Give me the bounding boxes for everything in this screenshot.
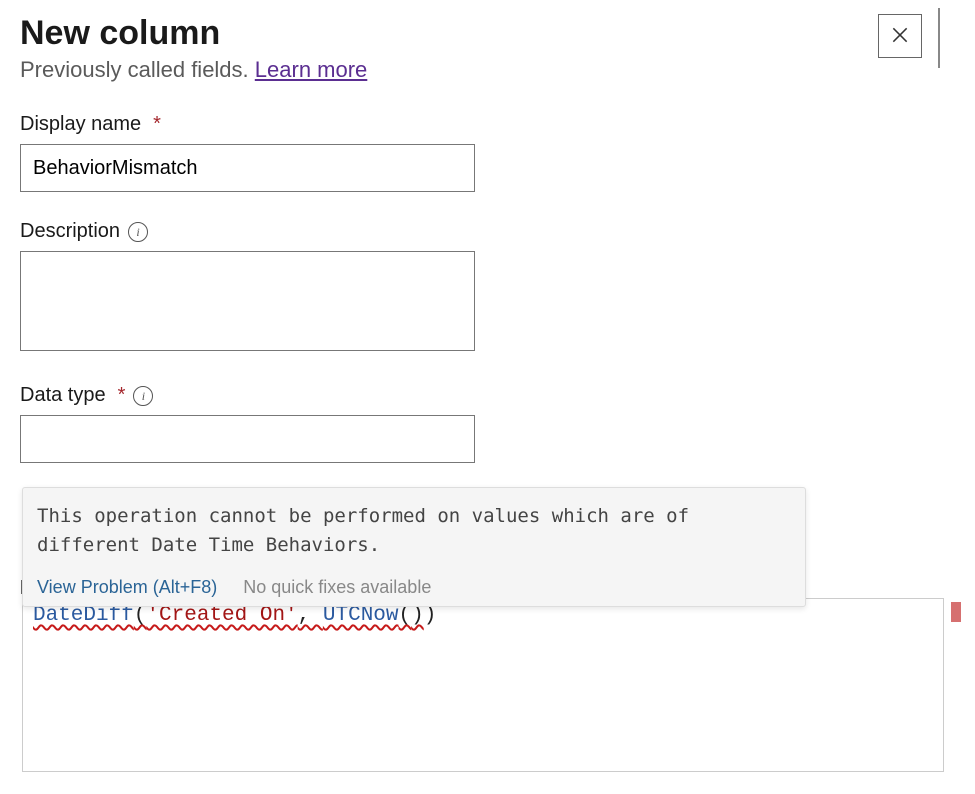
diagnostic-tooltip: This operation cannot be performed on va…: [22, 487, 806, 607]
formula-token-close: ): [424, 604, 437, 627]
data-type-label: Data type * i: [20, 384, 940, 407]
formula-token-open: (: [134, 604, 147, 627]
formula-token-arg1: 'Created On': [146, 604, 297, 627]
display-name-label-text: Display name: [20, 113, 141, 136]
formula-token-open2: (: [399, 604, 412, 627]
panel-right-divider: [938, 8, 940, 68]
info-icon[interactable]: i: [128, 222, 148, 242]
description-label-text: Description: [20, 220, 120, 243]
formula-token-func: DateDiff: [33, 604, 134, 627]
close-icon: [890, 25, 910, 48]
description-label: Description i: [20, 220, 940, 243]
display-name-label: Display name *: [20, 113, 940, 136]
close-button[interactable]: [878, 14, 922, 58]
info-icon[interactable]: i: [133, 386, 153, 406]
page-subtitle: Previously called fields. Learn more: [20, 57, 940, 83]
display-name-input[interactable]: [20, 144, 475, 192]
page-title: New column: [20, 14, 940, 53]
required-asterisk: *: [118, 384, 126, 407]
formula-token-func2: UTCNow: [323, 604, 399, 627]
formula-editor[interactable]: DateDiff('Created On', UTCNow()): [22, 598, 944, 772]
no-quick-fixes-text: No quick fixes available: [243, 577, 431, 598]
required-asterisk: *: [153, 113, 161, 136]
editor-minimap-marker: [951, 602, 961, 622]
data-type-select[interactable]: [20, 415, 475, 463]
formula-token-close2: ): [411, 604, 424, 627]
subtitle-text: Previously called fields.: [20, 57, 255, 82]
diagnostic-message: This operation cannot be performed on va…: [37, 502, 791, 561]
view-problem-link[interactable]: View Problem (Alt+F8): [37, 577, 217, 598]
learn-more-link[interactable]: Learn more: [255, 57, 368, 82]
description-input[interactable]: [20, 251, 475, 351]
data-type-label-text: Data type: [20, 384, 106, 407]
formula-token-comma: ,: [298, 604, 323, 627]
